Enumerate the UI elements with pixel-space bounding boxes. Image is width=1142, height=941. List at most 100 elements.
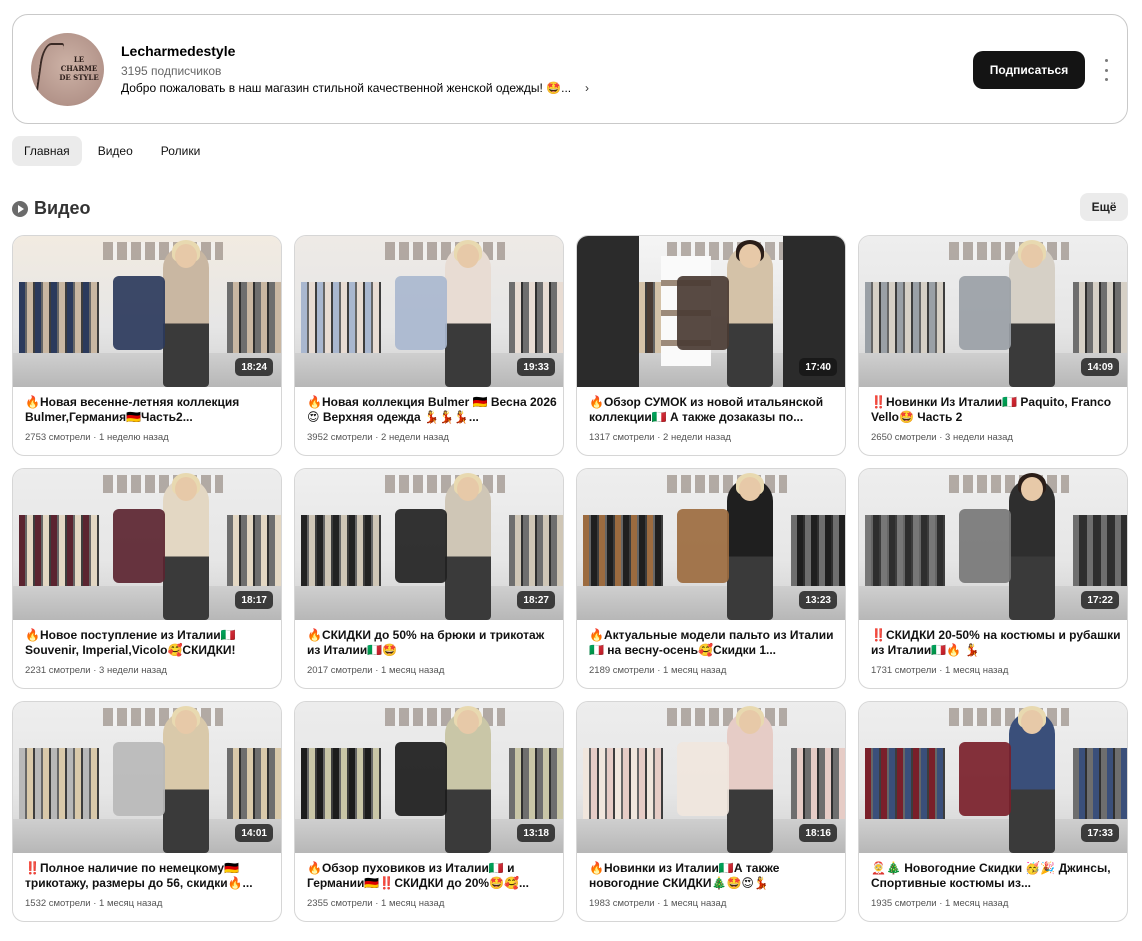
tab-videos[interactable]: Видео [86,136,145,166]
tab-home[interactable]: Главная [12,136,82,166]
meta-separator: · [90,432,100,443]
video-card[interactable]: 14:09 ‼️Новинки Из Италии🇮🇹 Paquito, Fran… [858,235,1128,456]
view-count: 1317 смотрели [589,432,655,443]
video-title[interactable]: 🔥Новая весенне-летняя коллекция Bulmer,Г… [25,395,275,425]
video-thumbnail[interactable]: 18:24 [13,236,281,387]
video-title[interactable]: ‼️Новинки Из Италии🇮🇹 Paquito, Franco Ve… [871,395,1121,425]
view-count: 1731 смотрели [871,665,937,676]
view-count: 2650 смотрели [871,432,937,443]
video-card[interactable]: 14:01 ‼️Полное наличие по немецкому🇩🇪 три… [12,701,282,922]
video-title[interactable]: ‼️Полное наличие по немецкому🇩🇪 трикотаж… [25,861,275,891]
upload-age: 1 месяц назад [945,898,1009,909]
meta-separator: · [936,432,946,443]
view-count: 3952 смотрели [307,432,373,443]
upload-age: 1 месяц назад [381,665,445,676]
video-card[interactable]: 18:17 🔥Новое поступление из Италии🇮🇹 Souv… [12,468,282,689]
video-meta: 3952 смотрели · 2 недели назад [307,432,449,443]
video-title[interactable]: 🔥Новинки из Италии🇮🇹А также новогодние С… [589,861,839,891]
video-card[interactable]: 13:23 🔥Актуальные модели пальто из Италии… [576,468,846,689]
video-card[interactable]: 18:16 🔥Новинки из Италии🇮🇹А также новогод… [576,701,846,922]
video-thumbnail[interactable]: 18:16 [577,702,845,853]
view-count: 2017 смотрели [307,665,373,676]
video-title[interactable]: 🔥Обзор пуховиков из Италии🇮🇹 и Германии🇩… [307,861,557,891]
video-duration: 18:24 [235,358,273,376]
video-meta: 2017 смотрели · 1 месяц назад [307,665,444,676]
upload-age: 1 месяц назад [99,898,163,909]
video-meta: 1983 смотрели · 1 месяц назад [589,898,726,909]
channel-header: LE CHARME DE STYLE Lecharmedestyle 3195 … [12,14,1128,124]
video-thumbnail[interactable]: 19:33 [295,236,563,387]
video-meta: 1317 смотрели · 2 недели назад [589,432,731,443]
vertical-dots-icon[interactable] [1101,59,1111,81]
video-duration: 17:40 [799,358,837,376]
upload-age: 1 месяц назад [945,665,1009,676]
video-card[interactable]: 17:33 🤶🎄 Новогодние Скидки 🥳🎉 Джинсы, Спо… [858,701,1128,922]
video-thumbnail[interactable]: 18:27 [295,469,563,620]
tab-shorts[interactable]: Ролики [149,136,213,166]
meta-separator: · [372,665,382,676]
meta-separator: · [372,432,382,443]
video-thumbnail[interactable]: 14:01 [13,702,281,853]
video-meta: 1935 смотрели · 1 месяц назад [871,898,1008,909]
video-meta: 1532 смотрели · 1 месяц назад [25,898,162,909]
video-card[interactable]: 17:40 🔥Обзор СУМОК из новой итальянской к… [576,235,846,456]
view-count: 1983 смотрели [589,898,655,909]
video-meta: 1731 смотрели · 1 месяц назад [871,665,1008,676]
upload-age: 3 недели назад [945,432,1013,443]
video-thumbnail[interactable]: 14:09 [859,236,1127,387]
subscribe-button[interactable]: Подписаться [973,51,1085,89]
meta-separator: · [90,665,100,676]
video-title[interactable]: 🤶🎄 Новогодние Скидки 🥳🎉 Джинсы, Спортивн… [871,861,1121,891]
upload-age: 3 недели назад [99,665,167,676]
video-meta: 2650 смотрели · 3 недели назад [871,432,1013,443]
avatar-logo-text: LE CHARME DE STYLE [59,55,99,82]
upload-age: 1 месяц назад [663,898,727,909]
video-duration: 13:18 [517,824,555,842]
video-title[interactable]: 🔥Новая коллекция Bulmer 🇩🇪 Весна 2026 😍 … [307,395,557,425]
more-videos-button[interactable]: Ещё [1080,193,1128,221]
meta-separator: · [654,898,664,909]
view-count: 1532 смотрели [25,898,91,909]
video-thumbnail[interactable]: 17:40 [577,236,845,387]
video-card[interactable]: 17:22 ‼️СКИДКИ 20-50% на костюмы и рубашк… [858,468,1128,689]
video-thumbnail[interactable]: 13:18 [295,702,563,853]
video-duration: 17:22 [1081,591,1119,609]
upload-age: 1 месяц назад [381,898,445,909]
video-duration: 14:01 [235,824,273,842]
video-duration: 14:09 [1081,358,1119,376]
video-card[interactable]: 18:27 🔥СКИДКИ до 50% на брюки и трикотаж … [294,468,564,689]
video-thumbnail[interactable]: 13:23 [577,469,845,620]
channel-avatar[interactable]: LE CHARME DE STYLE [31,33,104,106]
subscriber-count: 3195 подписчиков [121,64,222,78]
video-card[interactable]: 19:33 🔥Новая коллекция Bulmer 🇩🇪 Весна 20… [294,235,564,456]
video-title[interactable]: ‼️СКИДКИ 20-50% на костюмы и рубашки из … [871,628,1121,658]
chevron-right-icon[interactable]: › [585,81,589,95]
video-title[interactable]: 🔥Обзор СУМОК из новой итальянской коллек… [589,395,839,425]
section-title: Видео [34,198,91,218]
video-title[interactable]: 🔥СКИДКИ до 50% на брюки и трикотаж из Ит… [307,628,557,658]
video-thumbnail[interactable]: 18:17 [13,469,281,620]
video-card[interactable]: 18:24 🔥Новая весенне-летняя коллекция Bul… [12,235,282,456]
video-play-icon [12,200,28,217]
video-card[interactable]: 13:18 🔥Обзор пуховиков из Италии🇮🇹 и Герм… [294,701,564,922]
meta-separator: · [90,898,100,909]
video-meta: 2189 смотрели · 1 месяц назад [589,665,726,676]
video-thumbnail[interactable]: 17:33 [859,702,1127,853]
meta-separator: · [654,665,664,676]
upload-age: 2 недели назад [381,432,449,443]
video-title[interactable]: 🔥Новое поступление из Италии🇮🇹 Souvenir,… [25,628,275,658]
video-title[interactable]: 🔥Актуальные модели пальто из Италии🇮🇹 на… [589,628,839,658]
upload-age: 1 месяц назад [663,665,727,676]
video-meta: 2355 смотрели · 1 месяц назад [307,898,444,909]
section-header: Видео [12,198,91,219]
view-count: 2355 смотрели [307,898,373,909]
channel-description[interactable]: Добро пожаловать в наш магазин стильной … [121,81,571,95]
meta-separator: · [654,432,664,443]
channel-name[interactable]: Lecharmedestyle [121,43,235,59]
video-meta: 2231 смотрели · 3 недели назад [25,665,167,676]
video-thumbnail[interactable]: 17:22 [859,469,1127,620]
view-count: 2753 смотрели [25,432,91,443]
video-duration: 18:16 [799,824,837,842]
upload-age: 1 неделю назад [99,432,169,443]
meta-separator: · [372,898,382,909]
